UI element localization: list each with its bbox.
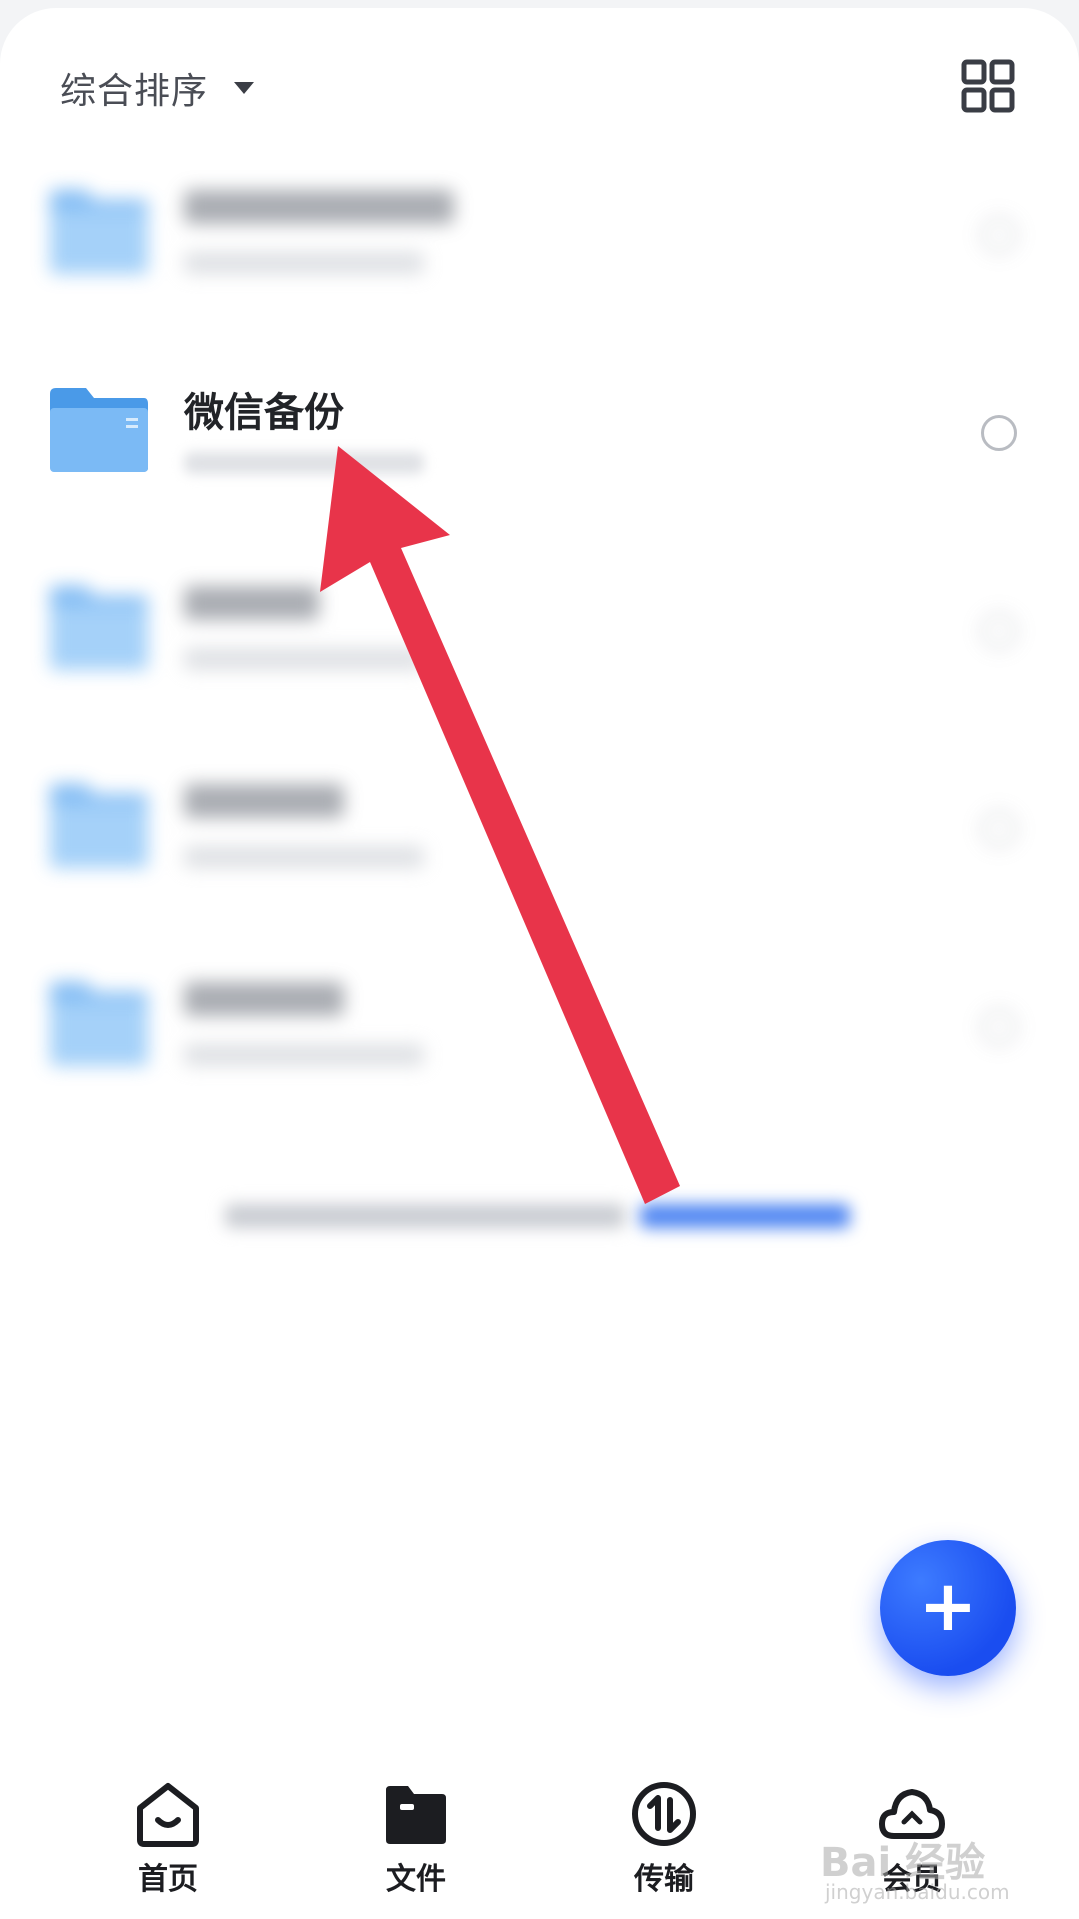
sort-dropdown[interactable]: 综合排序 [60, 60, 255, 116]
transfer-icon [632, 1782, 696, 1846]
file-meta-redacted [184, 452, 424, 474]
home-icon [137, 1783, 199, 1847]
nav-label: 文件 [386, 1862, 446, 1897]
add-button[interactable]: + [880, 1540, 1016, 1676]
select-checkbox[interactable] [981, 217, 1017, 253]
plus-icon: + [918, 1565, 978, 1647]
folder-icon [50, 784, 148, 868]
folder-icon [50, 982, 148, 1066]
nav-item-files[interactable]: 文件 [341, 1778, 491, 1898]
list-item-wechat-backup[interactable]: 微信备份 [0, 346, 1079, 544]
list-item[interactable] [0, 148, 1079, 346]
nav-label: 传输 [634, 1862, 694, 1897]
select-checkbox[interactable] [981, 811, 1017, 847]
footer-link-redacted[interactable] [640, 1204, 850, 1228]
grid-view-button[interactable] [960, 58, 1016, 114]
select-checkbox[interactable] [981, 415, 1017, 451]
folder-icon [50, 190, 148, 274]
select-checkbox[interactable] [981, 613, 1017, 649]
grid-view-icon [961, 59, 1015, 113]
watermark-subtext: jingyan.baidu.com [825, 1880, 1010, 1904]
caret-down-icon [234, 82, 255, 94]
folder-icon [386, 1786, 446, 1844]
list-item[interactable] [0, 544, 1079, 742]
footer-note-redacted [225, 1204, 625, 1228]
nav-item-home[interactable]: 首页 [93, 1778, 243, 1898]
folder-icon [50, 388, 148, 472]
file-list-panel: 综合排序 微信备份 + 首页 文件 传输 会员 Bai 经验 jingyan.b… [0, 8, 1079, 1919]
nav-item-transfer[interactable]: 传输 [589, 1778, 739, 1898]
sort-label: 综合排序 [60, 71, 209, 112]
folder-icon [50, 586, 148, 670]
select-checkbox[interactable] [981, 1009, 1017, 1045]
nav-label: 首页 [138, 1862, 198, 1897]
list-item[interactable] [0, 940, 1079, 1138]
file-name: 微信备份 [184, 390, 344, 436]
list-item[interactable] [0, 742, 1079, 940]
